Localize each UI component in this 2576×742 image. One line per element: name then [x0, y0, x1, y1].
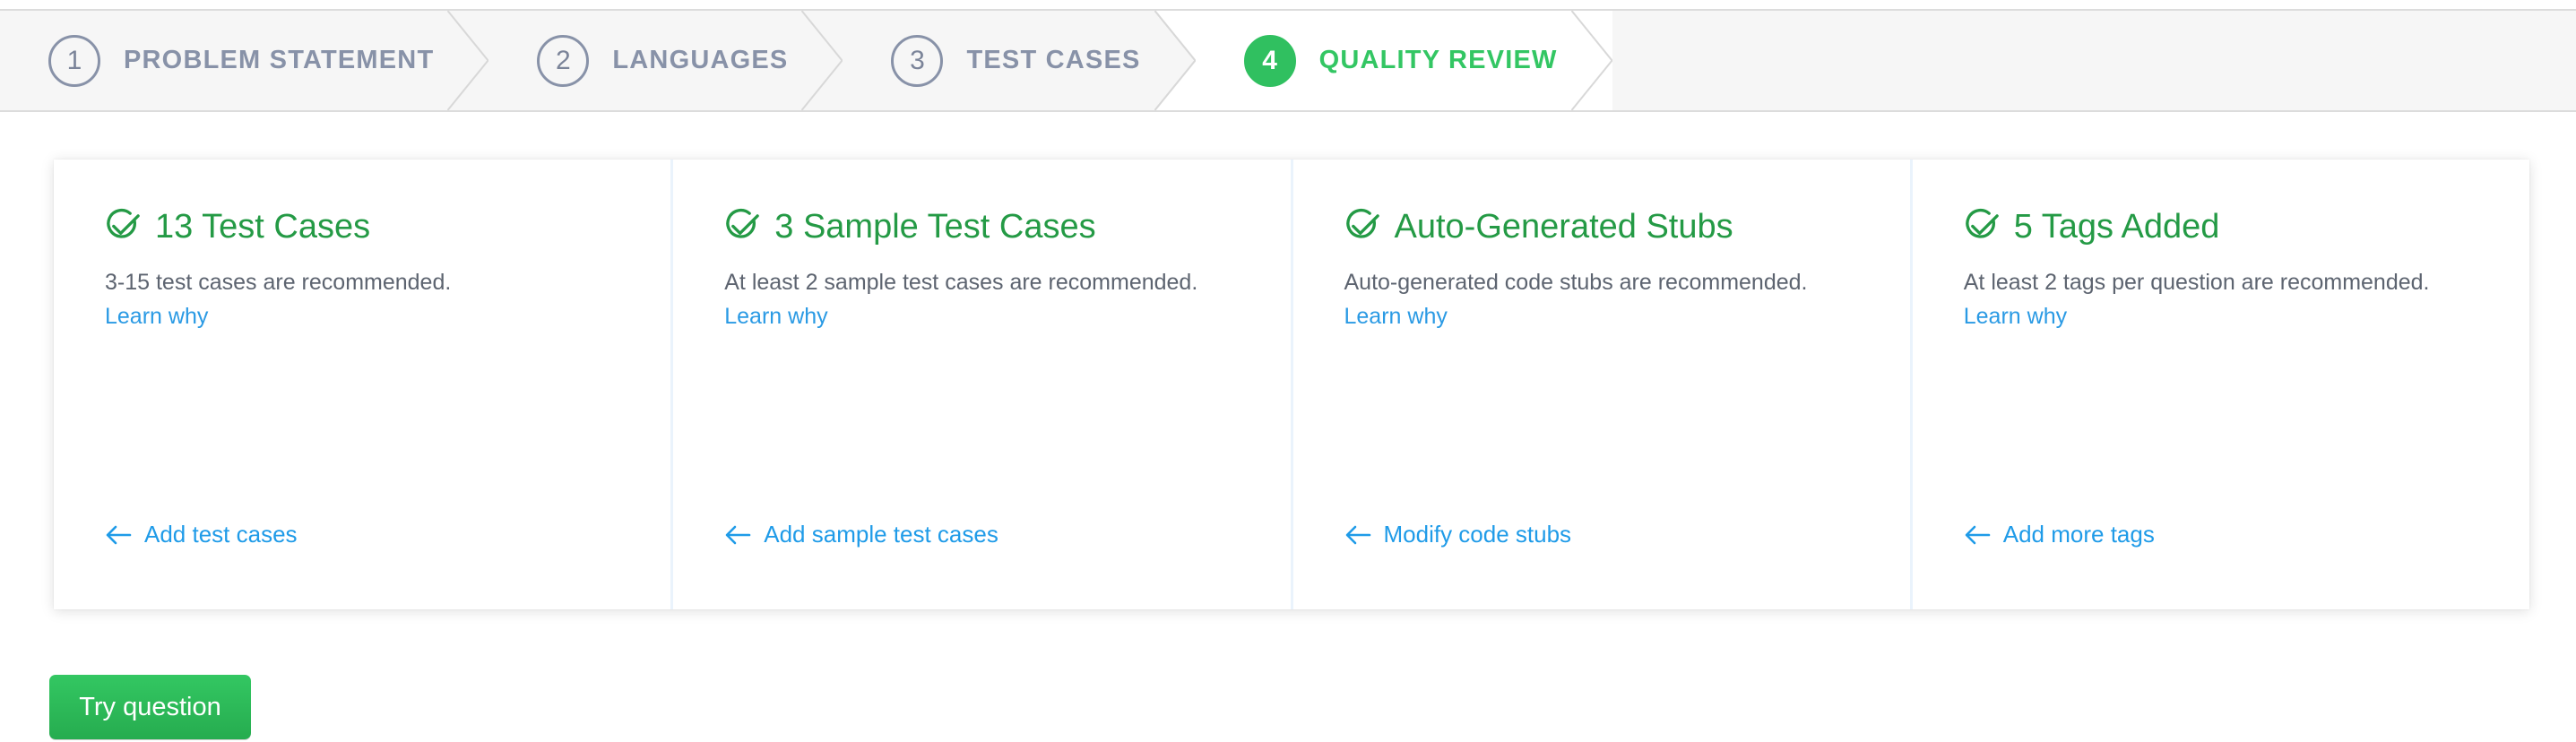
check-circle-icon: [1345, 208, 1379, 238]
quality-card-action-label: Modify code stubs: [1383, 521, 1572, 548]
add-sample-test-cases-link[interactable]: Add sample test cases: [724, 521, 1290, 548]
check-circle-icon: [107, 208, 140, 238]
step-number-badge: 3: [891, 34, 944, 87]
learn-why-link[interactable]: Learn why: [1344, 304, 1910, 330]
quality-card-header: 13 Test Cases: [105, 208, 670, 246]
step-label: QUALITY REVIEW: [1318, 46, 1558, 74]
quality-card-action-label: Add sample test cases: [764, 521, 998, 548]
learn-why-link[interactable]: Learn why: [1964, 304, 2529, 330]
quality-card-action-label: Add more tags: [2002, 521, 2155, 548]
add-more-tags-link[interactable]: Add more tags: [1964, 521, 2529, 548]
quality-card-description: Auto-generated code stubs are recommende…: [1344, 270, 1808, 295]
quality-card-header: 3 Sample Test Cases: [724, 208, 1290, 246]
step-chevron-icon: [1154, 11, 1196, 110]
add-test-cases-link[interactable]: Add test cases: [105, 521, 670, 548]
modify-code-stubs-link[interactable]: Modify code stubs: [1344, 521, 1910, 548]
step-languages[interactable]: 2 LANGUAGES: [488, 11, 843, 110]
step-number-badge: 1: [48, 34, 100, 87]
step-number-badge: 4: [1243, 34, 1296, 87]
quality-card-sample-test-cases: 3 Sample Test Cases At least 2 sample te…: [670, 160, 1290, 609]
step-chevron-icon: [447, 11, 489, 110]
quality-card-header: Auto-Generated Stubs: [1344, 208, 1910, 246]
step-chevron-icon: [1570, 11, 1612, 110]
quality-card-tags: 5 Tags Added At least 2 tags per questio…: [1909, 160, 2529, 609]
step-label: LANGUAGES: [612, 46, 789, 74]
quality-review-panel: 13 Test Cases 3-15 test cases are recomm…: [54, 160, 2529, 609]
quality-card-test-cases: 13 Test Cases 3-15 test cases are recomm…: [54, 160, 670, 609]
quality-card-title: 3 Sample Test Cases: [774, 208, 1096, 246]
step-label: PROBLEM STATEMENT: [124, 46, 435, 74]
step-quality-review[interactable]: 4 QUALITY REVIEW: [1154, 11, 1612, 110]
quality-card-code-stubs: Auto-Generated Stubs Auto-generated code…: [1290, 160, 1910, 609]
learn-why-link[interactable]: Learn why: [724, 304, 1290, 330]
quality-card-description: At least 2 tags per question are recomme…: [1963, 270, 2430, 295]
step-number-badge: 2: [537, 34, 590, 87]
quality-card-title: 13 Test Cases: [155, 208, 371, 246]
quality-review-page: 1 PROBLEM STATEMENT 2 LANGUAGES 3 TEST C…: [0, 0, 2576, 742]
quality-card-action-label: Add test cases: [144, 521, 298, 548]
step-chevron-icon: [801, 11, 843, 110]
check-circle-icon: [1966, 208, 1999, 238]
step-trailing-spacer: [1612, 11, 2576, 110]
step-label: TEST CASES: [966, 46, 1141, 74]
try-question-button[interactable]: Try question: [49, 675, 251, 739]
quality-card-description: At least 2 sample test cases are recomme…: [724, 270, 1198, 295]
quality-card-description: 3-15 test cases are recommended.: [105, 270, 452, 295]
step-test-cases[interactable]: 3 TEST CASES: [842, 11, 1196, 110]
arrow-left-icon: [725, 525, 751, 544]
arrow-left-icon: [106, 525, 132, 544]
arrow-left-icon: [1345, 525, 1370, 544]
check-circle-icon: [726, 208, 760, 238]
learn-why-link[interactable]: Learn why: [105, 304, 670, 330]
progress-stepper: 1 PROBLEM STATEMENT 2 LANGUAGES 3 TEST C…: [0, 9, 2576, 112]
quality-card-title: Auto-Generated Stubs: [1394, 208, 1733, 246]
arrow-left-icon: [1965, 525, 1991, 544]
step-problem-statement[interactable]: 1 PROBLEM STATEMENT: [0, 11, 489, 110]
quality-card-title: 5 Tags Added: [2013, 208, 2220, 246]
quality-card-header: 5 Tags Added: [1964, 208, 2529, 246]
